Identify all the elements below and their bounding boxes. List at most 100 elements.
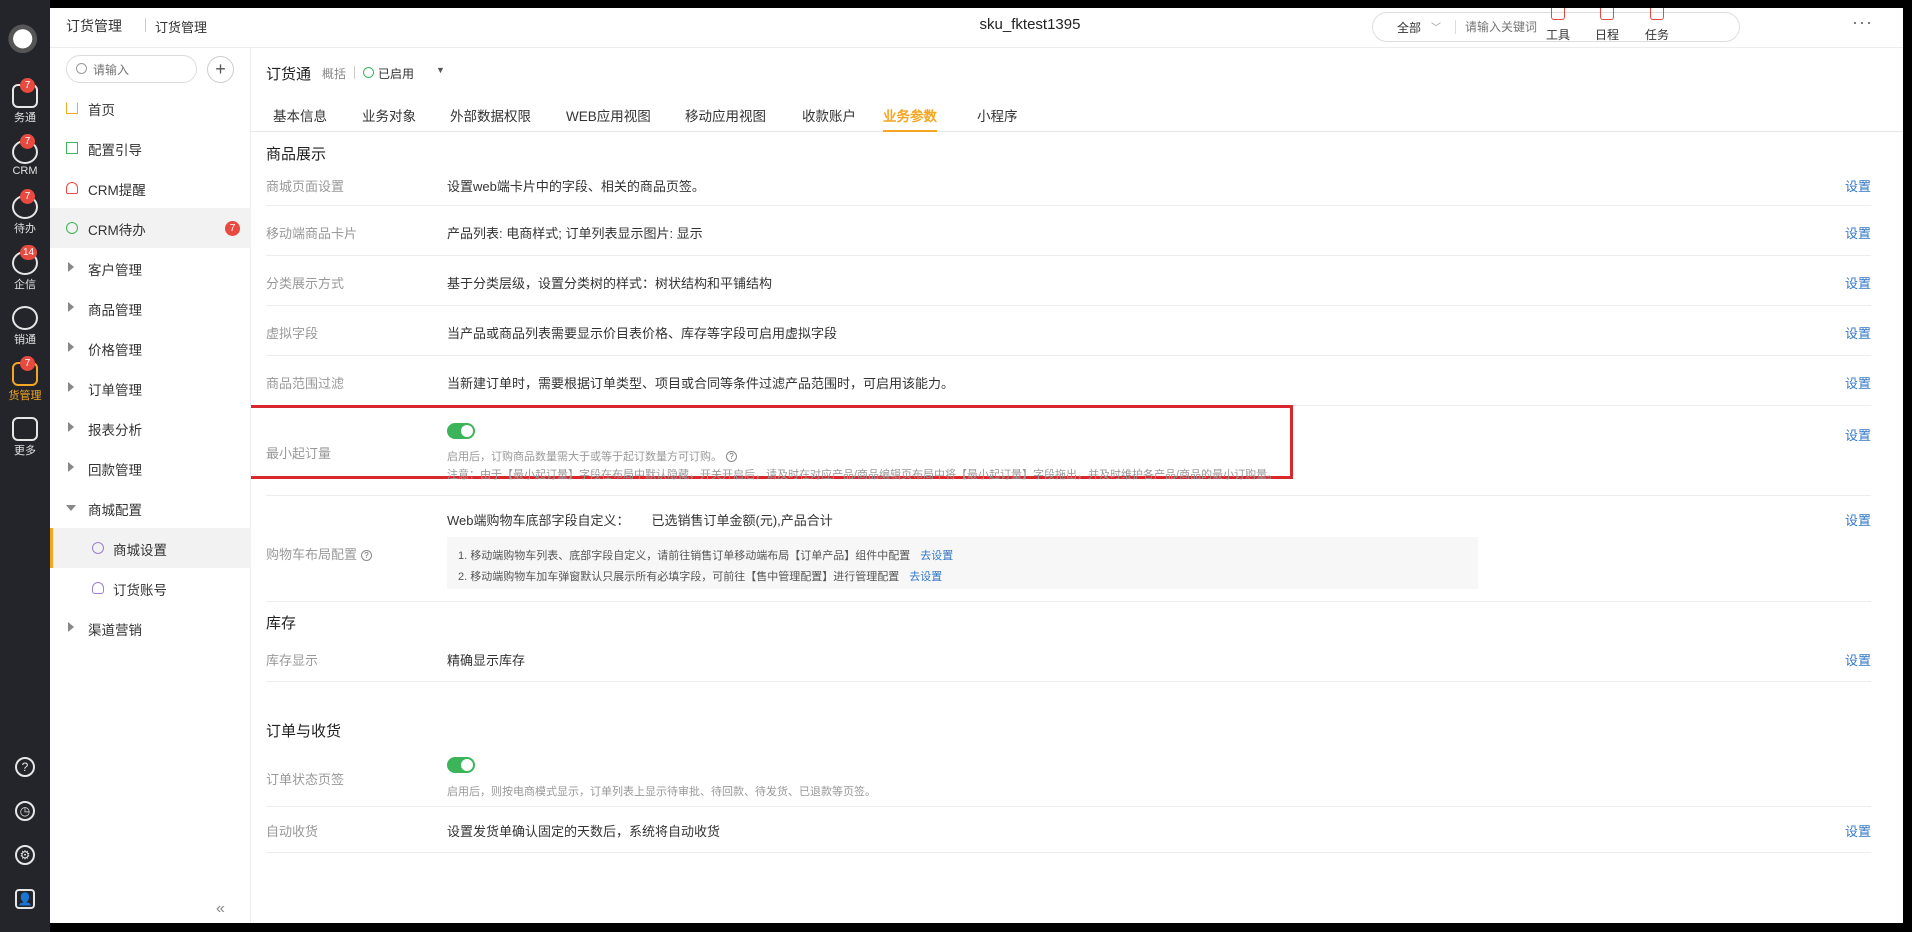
caret-right-icon bbox=[68, 262, 74, 272]
order-status-hint: 启用后，则按电商模式显示，订单列表上显示待审批、待回款、待发货、已退款等页签。 bbox=[447, 786, 876, 798]
calendar-label: 日程 bbox=[1594, 28, 1619, 42]
history-button[interactable]: ◷ bbox=[0, 801, 50, 821]
setting-row: 移动端商品卡片 产品列表: 电商样式; 订单列表显示图片: 显示 设置 bbox=[266, 206, 1871, 256]
caret-down-icon[interactable]: ▼ bbox=[436, 65, 445, 75]
clock-icon: ◷ bbox=[15, 801, 35, 821]
help-icon[interactable]: ? bbox=[361, 550, 373, 561]
sidebar-item-prices[interactable]: 价格管理 bbox=[50, 328, 251, 368]
search-icon bbox=[76, 63, 87, 74]
tab-mini-program[interactable]: 小程序 bbox=[977, 105, 1018, 132]
rail-item-more[interactable]: 更多 bbox=[0, 411, 50, 465]
calendar-icon bbox=[1600, 8, 1614, 20]
min-order-hint: 启用后，订购商品数量需大于或等于起订数量方可订购。? bbox=[447, 448, 737, 464]
tab-business-objects[interactable]: 业务对象 bbox=[362, 105, 416, 132]
sidebar-item-products[interactable]: 商品管理 bbox=[50, 288, 251, 328]
check-circle-icon bbox=[66, 222, 78, 234]
more-menu-icon[interactable]: ··· bbox=[1852, 12, 1873, 33]
tasks-button[interactable]: 任务 bbox=[1637, 8, 1677, 43]
setting-link[interactable]: 设置 bbox=[1845, 510, 1871, 529]
check-circle-icon bbox=[363, 67, 374, 78]
sidebar-item-orders[interactable]: 订单管理 bbox=[50, 368, 251, 408]
tab-external-data-permission[interactable]: 外部数据权限 bbox=[450, 105, 531, 132]
module-sidebar: + 首页 配置引导 CRM提醒 CRM待办 7 客户管理 商品管理 价格管 bbox=[50, 48, 251, 923]
sidebar-item-payments[interactable]: 回款管理 bbox=[50, 448, 251, 488]
sidebar-item-crm-reminder[interactable]: CRM提醒 bbox=[50, 168, 251, 208]
user-gear-icon: 👤 bbox=[15, 889, 35, 909]
rail-item-ordering[interactable]: 货管理 7 bbox=[0, 356, 50, 410]
order-status-toggle[interactable] bbox=[447, 757, 475, 773]
sidebar-item-customers[interactable]: 客户管理 bbox=[50, 248, 251, 288]
setting-link[interactable]: 设置 bbox=[1845, 650, 1871, 669]
rail-item-business[interactable]: 务通 7 bbox=[0, 78, 50, 132]
app-frame: 务通 7 CRM 7 待办 7 企信 14 销通 货管理 7 更多 ? ◷ ⚙ … bbox=[0, 0, 1912, 932]
tasks-label: 任务 bbox=[1644, 28, 1669, 42]
sidebar-item-mall-config[interactable]: 商城配置 bbox=[50, 488, 251, 528]
breadcrumb-app[interactable]: 订货管理 bbox=[66, 16, 122, 36]
setting-link[interactable]: 设置 bbox=[1845, 821, 1871, 840]
help-icon[interactable]: ? bbox=[726, 451, 737, 462]
caret-right-icon bbox=[68, 422, 74, 432]
tools-label: 工具 bbox=[1545, 28, 1570, 42]
rail-item-marketing[interactable]: 销通 bbox=[0, 300, 50, 354]
setting-link[interactable]: 设置 bbox=[1845, 425, 1871, 444]
sidebar-search-input[interactable] bbox=[93, 61, 189, 79]
breadcrumb-divider bbox=[145, 18, 146, 32]
app-overview-link[interactable]: 概括 bbox=[322, 65, 346, 82]
setting-link[interactable]: 设置 bbox=[1845, 273, 1871, 292]
help-icon: ? bbox=[15, 757, 35, 777]
status-dropdown[interactable]: 已启用 bbox=[378, 65, 414, 82]
tab-web-view[interactable]: WEB应用视图 bbox=[566, 105, 651, 132]
setting-link[interactable]: 设置 bbox=[1845, 176, 1871, 195]
gear-icon bbox=[92, 542, 104, 554]
user-avatar[interactable] bbox=[4, 22, 38, 64]
setting-link[interactable]: 设置 bbox=[1845, 323, 1871, 342]
collapse-sidebar-icon[interactable]: « bbox=[216, 900, 225, 918]
sidebar-search bbox=[66, 55, 197, 83]
header-divider bbox=[354, 66, 355, 79]
setting-row-order-status: 订单状态页签 启用后，则按电商模式显示，订单列表上显示待审批、待回款、待发货、已… bbox=[266, 741, 1871, 807]
min-order-toggle[interactable] bbox=[447, 423, 475, 439]
setting-row: 库存显示 精确显示库存 设置 bbox=[266, 636, 1871, 682]
todo-count-badge: 7 bbox=[225, 221, 240, 236]
add-button[interactable]: + bbox=[207, 56, 234, 83]
tools-button[interactable]: 工具 bbox=[1538, 8, 1578, 43]
go-settings-link[interactable]: 去设置 bbox=[920, 550, 953, 562]
setting-link[interactable]: 设置 bbox=[1845, 223, 1871, 242]
rail-item-messenger[interactable]: 企信 14 bbox=[0, 245, 50, 299]
search-scope-select[interactable]: 全部 bbox=[1397, 19, 1421, 36]
rail-badge: 7 bbox=[20, 78, 35, 93]
setting-row: 自动收货 设置发货单确认固定的天数后，系统将自动收货 设置 bbox=[266, 807, 1871, 853]
caret-right-icon bbox=[68, 382, 74, 392]
rail-item-todo[interactable]: 待办 7 bbox=[0, 189, 50, 243]
sidebar-item-home[interactable]: 首页 bbox=[50, 88, 251, 128]
sidebar-item-mall-settings[interactable]: 商城设置 bbox=[50, 528, 251, 568]
sidebar-item-channel-marketing[interactable]: 渠道营销 bbox=[50, 608, 251, 648]
go-settings-link[interactable]: 去设置 bbox=[909, 571, 942, 583]
sidebar-item-reports[interactable]: 报表分析 bbox=[50, 408, 251, 448]
settings-button[interactable]: ⚙ bbox=[0, 845, 50, 865]
rail-badge: 7 bbox=[20, 189, 35, 204]
sidebar-item-crm-todo[interactable]: CRM待办 7 bbox=[50, 208, 251, 248]
help-button[interactable]: ? bbox=[0, 757, 50, 777]
sidebar-item-order-accounts[interactable]: 订货账号 bbox=[50, 568, 251, 608]
main-panel: 订货通 概括 已启用 ▼ 基本信息 业务对象 外部数据权限 WEB应用视图 移动… bbox=[251, 48, 1903, 923]
chevron-down-icon[interactable]: ﹀ bbox=[1431, 19, 1441, 34]
sidebar-item-config-guide[interactable]: 配置引导 bbox=[50, 128, 251, 168]
user-settings-button[interactable]: 👤 bbox=[0, 889, 50, 909]
tab-basic-info[interactable]: 基本信息 bbox=[273, 105, 327, 132]
rail-item-crm[interactable]: CRM 7 bbox=[0, 134, 50, 188]
setting-row-min-order: 最小起订量 启用后，订购商品数量需大于或等于起订数量方可订购。? 注意：由于【最… bbox=[251, 405, 1871, 496]
tab-business-params[interactable]: 业务参数 bbox=[883, 105, 937, 132]
calendar-button[interactable]: 日程 bbox=[1587, 8, 1627, 43]
tasks-icon bbox=[1650, 8, 1664, 20]
breadcrumb-page[interactable]: 订货管理 bbox=[155, 17, 207, 36]
gear-icon: ⚙ bbox=[15, 845, 35, 865]
section-title-order: 订单与收货 bbox=[266, 723, 342, 740]
home-icon bbox=[66, 102, 78, 114]
tools-icon bbox=[1551, 8, 1565, 20]
tab-payment-accounts[interactable]: 收款账户 bbox=[802, 105, 856, 132]
tab-mobile-view[interactable]: 移动应用视图 bbox=[685, 105, 766, 132]
tenant-title: sku_fktest1395 bbox=[979, 16, 1081, 33]
setting-link[interactable]: 设置 bbox=[1845, 373, 1871, 392]
setting-row-cart: 购物车布局配置? Web端购物车底部字段自定义： 已选销售订单金额(元),产品合计… bbox=[266, 496, 1871, 602]
